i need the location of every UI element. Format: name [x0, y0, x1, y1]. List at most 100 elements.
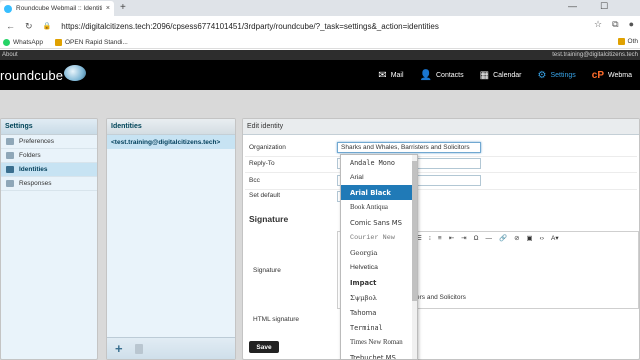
- nav-mail[interactable]: ✉ Mail: [370, 60, 411, 90]
- about-link[interactable]: About: [2, 52, 18, 58]
- settings-item-folders[interactable]: Folders: [1, 149, 97, 163]
- row-divider: [245, 189, 637, 190]
- font-option[interactable]: Comic Sans MS: [341, 215, 417, 230]
- organization-label: Organization: [249, 144, 286, 151]
- settings-item-label: Responses: [19, 180, 52, 187]
- nav-webmail[interactable]: cP Webma: [584, 60, 640, 90]
- set-default-label: Set default: [249, 192, 281, 199]
- font-option[interactable]: Helvetica: [341, 260, 417, 275]
- identities-footer: +: [107, 337, 235, 359]
- html-signature-label: HTML signature: [253, 316, 299, 323]
- roundcube-logo-icon: [64, 65, 86, 81]
- font-option[interactable]: Terminal: [341, 320, 417, 335]
- signature-text: ers and Solicitors: [416, 294, 466, 301]
- bookmark-label: WhatsApp: [13, 38, 43, 46]
- bookmark-label: Oth: [627, 38, 638, 45]
- browser-toolbar: ← ↻ 🔒 https://digitalcitizens.tech:2096/…: [0, 16, 640, 36]
- nav-label: Mail: [390, 71, 404, 79]
- browser-tabstrip: Roundcube Webmail :: Identities × + — ☐: [0, 0, 640, 16]
- signature-label: Signature: [253, 267, 281, 274]
- settings-item-label: Folders: [19, 152, 41, 159]
- bookmark-other[interactable]: Oth: [617, 38, 638, 45]
- row-divider: [245, 172, 637, 173]
- app-topline: About test.training@digitalcitizens.tech: [0, 50, 640, 60]
- dropdown-scrollbar-thumb[interactable]: [412, 161, 417, 301]
- organization-field[interactable]: Sharks and Whales, Barristers and Solici…: [337, 142, 481, 153]
- font-option[interactable]: Tahoma: [341, 305, 417, 320]
- back-icon[interactable]: ←: [6, 21, 15, 31]
- font-option[interactable]: Courier New: [341, 230, 417, 245]
- minimize-icon[interactable]: —: [568, 1, 577, 11]
- font-option[interactable]: Arial: [341, 170, 417, 185]
- settings-panel: Settings Preferences Folders Identities …: [0, 118, 98, 360]
- horizontal-rule-icon[interactable]: —: [485, 235, 492, 242]
- identities-panel: Identities <test.training@digitalcitizen…: [106, 118, 236, 360]
- bcc-label: Bcc: [249, 177, 260, 184]
- favorite-star-icon[interactable]: ☆: [594, 19, 602, 30]
- nav-label: Webma: [608, 71, 632, 79]
- source-code-icon[interactable]: ‹›: [540, 235, 544, 242]
- maximize-icon[interactable]: ☐: [600, 1, 608, 12]
- font-option[interactable]: Book Antiqua: [341, 200, 417, 215]
- settings-item-preferences[interactable]: Preferences: [1, 135, 97, 149]
- outdent-icon[interactable]: ⇤: [449, 234, 454, 242]
- image-icon[interactable]: ▣: [527, 234, 533, 242]
- bookmarks-bar: WhatsApp OPEN Rapid Standi... Oth: [0, 36, 640, 49]
- mail-icon: ✉: [378, 69, 387, 81]
- font-family-dropdown: Andale Mono Arial Arial Black Book Antiq…: [340, 154, 418, 360]
- bookmark-label: OPEN Rapid Standi...: [65, 38, 128, 46]
- edit-identity-title: Edit identity: [243, 119, 639, 135]
- save-button[interactable]: Save: [249, 341, 279, 353]
- bookmark-whatsapp[interactable]: WhatsApp: [3, 38, 43, 46]
- nav-contacts[interactable]: 👤 Contacts: [412, 60, 472, 90]
- calendar-icon: ▦: [479, 69, 490, 81]
- nav-calendar[interactable]: ▦ Calendar: [472, 60, 530, 90]
- special-char-icon[interactable]: Ω: [474, 235, 479, 242]
- collections-icon[interactable]: ⧉: [612, 19, 618, 30]
- preferences-icon: [6, 138, 14, 145]
- link-icon[interactable]: 🔗: [499, 234, 507, 242]
- numbered-list-icon[interactable]: ≡: [438, 235, 442, 242]
- delete-identity-icon[interactable]: [134, 343, 143, 354]
- font-option[interactable]: Georgia: [341, 245, 417, 260]
- profile-icon[interactable]: ●: [629, 19, 634, 30]
- nav-label: Calendar: [493, 71, 522, 79]
- nav-label: Contacts: [436, 71, 464, 79]
- main-nav: ✉ Mail 👤 Contacts ▦ Calendar ⚙ Settings …: [370, 60, 640, 90]
- reload-icon[interactable]: ↻: [25, 21, 33, 32]
- settings-item-identities[interactable]: Identities: [1, 163, 97, 177]
- identity-icon: [6, 166, 14, 173]
- add-identity-button[interactable]: +: [115, 341, 123, 356]
- indent-icon[interactable]: ⇥: [461, 234, 466, 242]
- responses-icon: [6, 180, 14, 187]
- unlink-icon[interactable]: ⊘: [514, 234, 519, 242]
- nav-label: Settings: [550, 71, 576, 79]
- font-option[interactable]: Andale Mono: [341, 155, 417, 170]
- tab-close-icon[interactable]: ×: [106, 5, 114, 12]
- tab-title: Roundcube Webmail :: Identities: [16, 5, 102, 12]
- settings-item-label: Preferences: [19, 138, 55, 145]
- font-option[interactable]: Trebuchet MS: [341, 350, 417, 360]
- font-option-highlighted[interactable]: Arial Black: [341, 185, 417, 200]
- font-option[interactable]: Times New Roman: [341, 335, 417, 350]
- cpanel-icon: cP: [591, 69, 604, 81]
- bookmark-open-rapid[interactable]: OPEN Rapid Standi...: [55, 38, 128, 46]
- text-color-icon[interactable]: A▾: [551, 234, 559, 242]
- roundcube-logo[interactable]: roundcube: [0, 68, 63, 83]
- font-option[interactable]: Σψμβολ: [341, 290, 417, 305]
- edit-identity-panel: Edit identity Organization Sharks and Wh…: [242, 118, 640, 360]
- identities-title: Identities: [107, 119, 235, 135]
- nav-settings[interactable]: ⚙ Settings: [530, 60, 584, 90]
- folder-icon: [6, 152, 14, 159]
- identity-list-item[interactable]: <test.training@digitalcitizens.tech>: [107, 135, 235, 149]
- lock-icon[interactable]: 🔒: [43, 22, 52, 30]
- address-bar[interactable]: https://digitalcitizens.tech:2096/cpsess…: [61, 22, 439, 31]
- gear-icon: ⚙: [537, 69, 547, 81]
- browser-tab[interactable]: Roundcube Webmail :: Identities ×: [0, 1, 114, 16]
- folder-icon: [617, 38, 625, 45]
- new-tab-button[interactable]: +: [120, 2, 126, 13]
- bullet-list-icon[interactable]: ⁝: [429, 234, 431, 242]
- settings-item-responses[interactable]: Responses: [1, 177, 97, 191]
- font-option[interactable]: Impact: [341, 275, 417, 290]
- signature-section-title: Signature: [249, 214, 289, 224]
